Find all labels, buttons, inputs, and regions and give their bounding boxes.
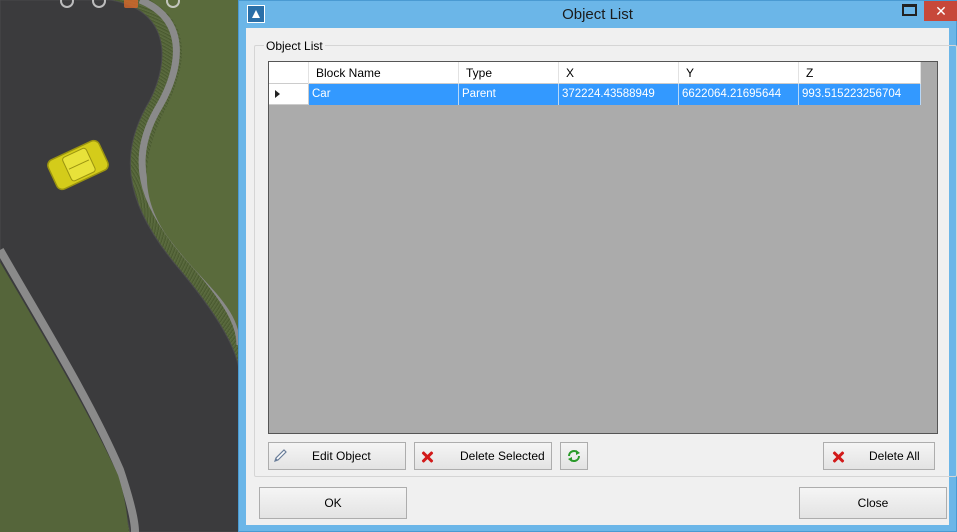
delete-all-label: Delete All xyxy=(869,449,920,463)
cell-block-name[interactable]: Car xyxy=(309,84,459,105)
cell-z[interactable]: 993.515223256704 xyxy=(799,84,921,105)
refresh-icon xyxy=(568,450,580,462)
table-row[interactable]: Car Parent 372224.43588949 6622064.21695… xyxy=(269,84,921,105)
object-grid[interactable]: Block Name Type X Y Z Car Parent 372224.… xyxy=(268,61,938,434)
edit-object-label: Edit Object xyxy=(312,449,371,463)
cell-x[interactable]: 372224.43588949 xyxy=(559,84,679,105)
red-x-icon xyxy=(421,451,433,463)
title-bar[interactable]: Object List ✕ xyxy=(239,1,957,27)
window-title: Object List xyxy=(562,6,633,23)
restore-button[interactable] xyxy=(900,3,918,17)
cell-y[interactable]: 6622064.21695644 xyxy=(679,84,799,105)
object-list-dialog: Object List ✕ Object List Block Name Typ… xyxy=(238,0,957,532)
row-header[interactable] xyxy=(269,84,309,105)
delete-selected-button[interactable]: Delete Selected xyxy=(414,442,552,470)
cell-type[interactable]: Parent xyxy=(459,84,559,105)
column-header-block-name[interactable]: Block Name xyxy=(309,62,459,84)
delete-all-button[interactable]: Delete All xyxy=(823,442,935,470)
column-header-x[interactable]: X xyxy=(559,62,679,84)
pencil-icon xyxy=(274,449,287,462)
column-header-y[interactable]: Y xyxy=(679,62,799,84)
road-scene xyxy=(0,0,238,532)
grid-header: Block Name Type X Y Z xyxy=(269,62,921,84)
row-header-corner xyxy=(269,62,309,84)
dialog-client-area: Object List Block Name Type X Y Z Car Pa… xyxy=(246,28,957,525)
viewport-tool-icon[interactable] xyxy=(124,0,138,8)
close-button[interactable]: Close xyxy=(799,487,947,519)
grid-vertical-scrollbar[interactable] xyxy=(922,62,937,433)
refresh-button[interactable] xyxy=(560,442,588,470)
close-label: Close xyxy=(857,496,889,510)
red-x-icon xyxy=(832,451,844,463)
column-header-z[interactable]: Z xyxy=(799,62,921,84)
ok-label: OK xyxy=(324,496,342,510)
scene-viewport[interactable] xyxy=(0,0,238,532)
groupbox-label: Object List xyxy=(264,39,325,53)
edit-object-button[interactable]: Edit Object xyxy=(268,442,406,470)
current-row-arrow-icon xyxy=(275,90,280,98)
ok-button[interactable]: OK xyxy=(259,487,407,519)
delete-selected-label: Delete Selected xyxy=(460,449,545,463)
column-header-type[interactable]: Type xyxy=(459,62,559,84)
window-close-button[interactable]: ✕ xyxy=(924,1,957,21)
